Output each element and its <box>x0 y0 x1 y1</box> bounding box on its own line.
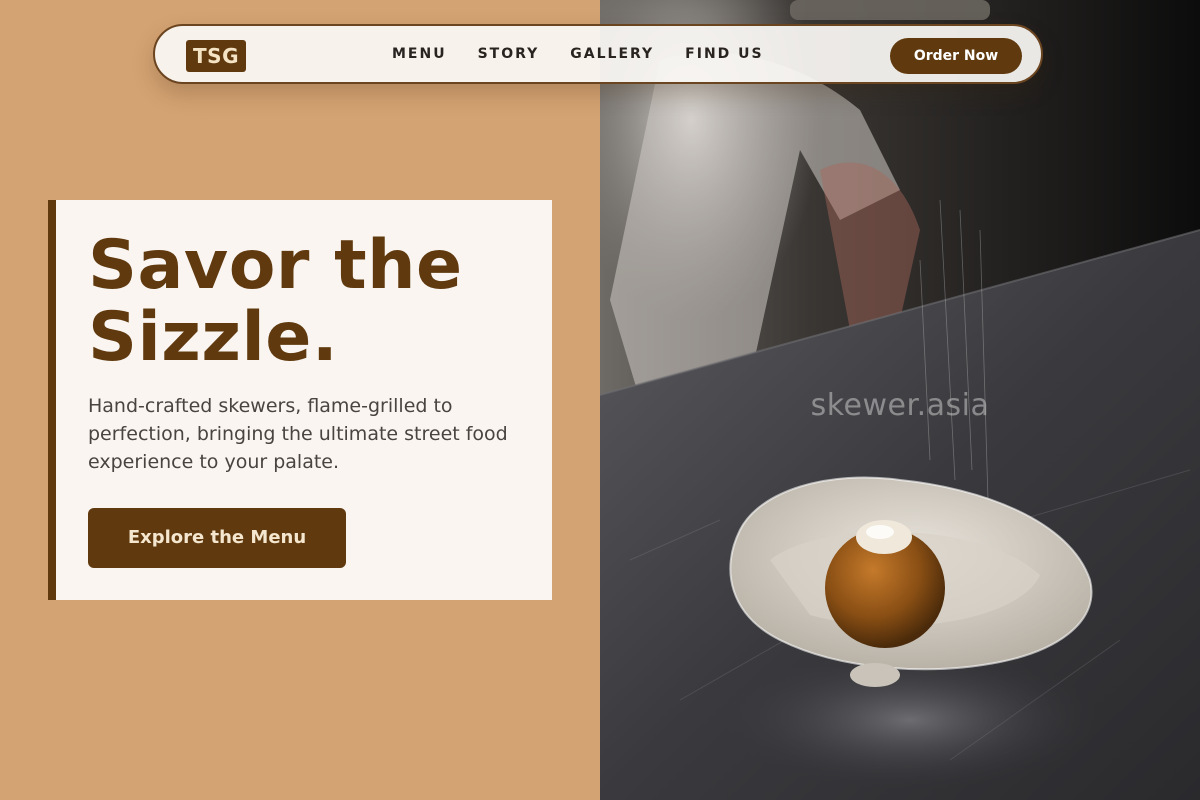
nav-link-gallery[interactable]: GALLERY <box>570 46 654 62</box>
brand-logo[interactable]: TSG <box>186 40 246 72</box>
page: skewer.asia TSG MENU STORY GALLERY FIND … <box>0 0 1200 800</box>
hero-title: Savor the Sizzle. <box>88 226 463 377</box>
nav-link-find-us[interactable]: FIND US <box>685 46 763 62</box>
top-navbar: TSG MENU STORY GALLERY FIND US Order Now <box>153 24 1043 84</box>
explore-menu-button[interactable]: Explore the Menu <box>88 508 346 568</box>
nav-link-menu[interactable]: MENU <box>392 46 447 62</box>
hero-subtitle: Hand-crafted skewers, flame-grilled to p… <box>88 395 508 473</box>
nav-link-story[interactable]: STORY <box>478 46 540 62</box>
order-now-button[interactable]: Order Now <box>890 38 1022 74</box>
nav-links: MENU STORY GALLERY FIND US <box>392 26 795 82</box>
photo-watermark: skewer.asia <box>810 388 990 423</box>
hero-card: Savor the Sizzle. Hand-crafted skewers, … <box>48 200 552 600</box>
